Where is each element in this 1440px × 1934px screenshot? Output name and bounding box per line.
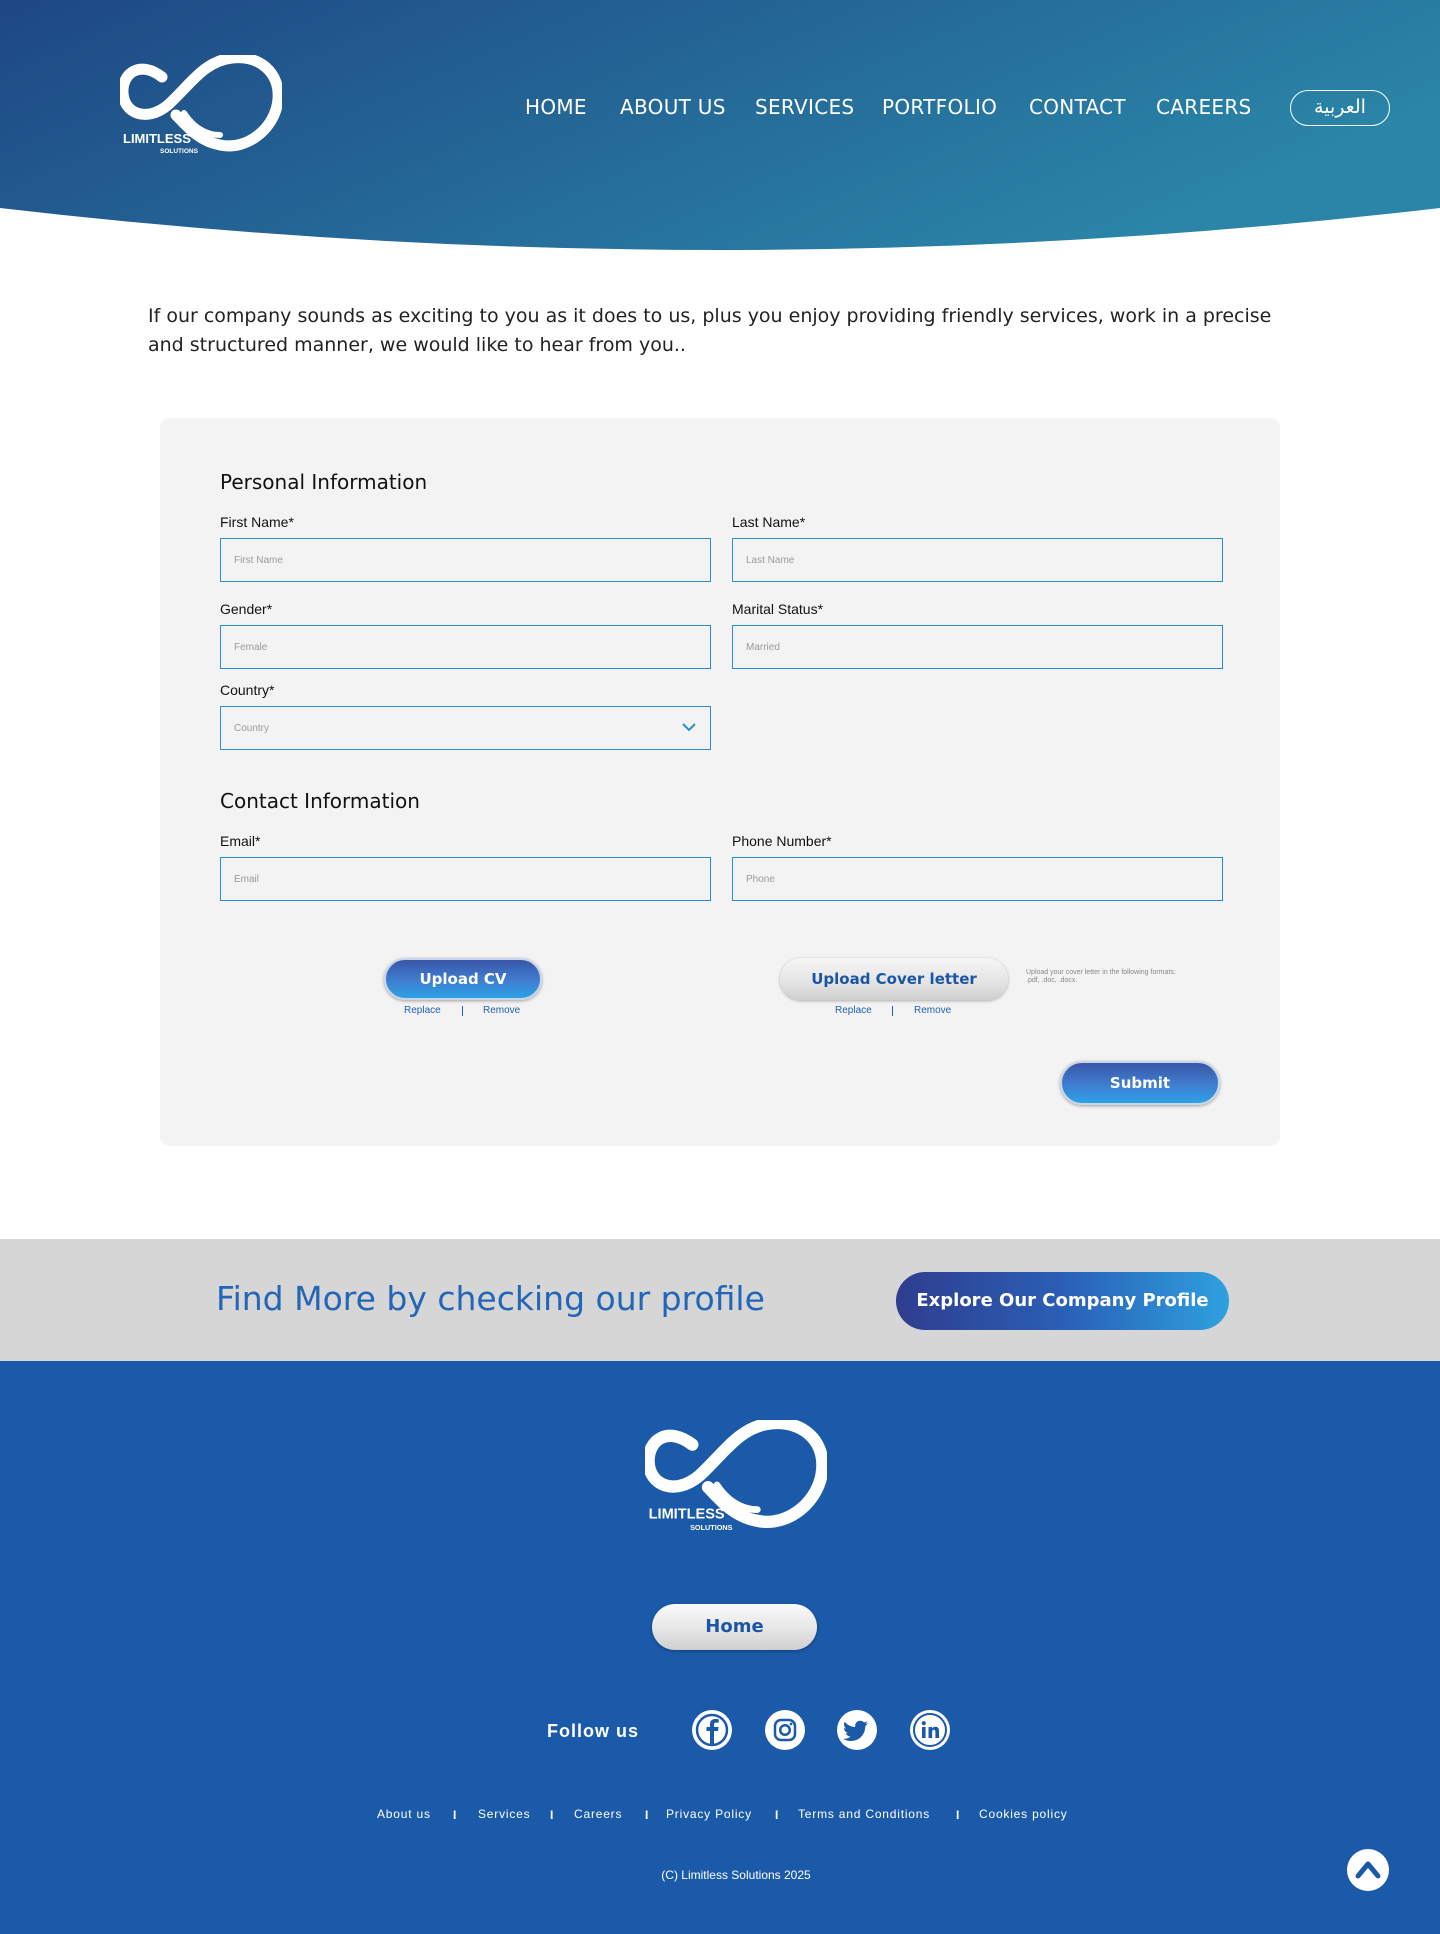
follow-us-label: Follow us xyxy=(547,1721,639,1741)
phone-field xyxy=(732,857,1223,901)
first-name-label: First Name* xyxy=(220,514,294,530)
chevron-down-icon[interactable] xyxy=(680,720,698,734)
country-select[interactable] xyxy=(220,706,711,750)
footer-links: About us I Services I Careers I Privacy … xyxy=(0,1807,1440,1827)
phone-input[interactable] xyxy=(733,858,1222,900)
first-name-input[interactable] xyxy=(221,539,710,581)
footer-link-careers[interactable]: Careers xyxy=(574,1807,622,1821)
logo-word: LIMITLESS xyxy=(649,1507,725,1523)
email-input[interactable] xyxy=(221,858,710,900)
logo-sub: SOLUTIONS xyxy=(690,1523,733,1532)
nav-contact[interactable]: CONTACT xyxy=(1029,95,1126,119)
email-field xyxy=(220,857,711,901)
twitter-icon[interactable] xyxy=(837,1710,877,1750)
footer-link-privacy-policy[interactable]: Privacy Policy xyxy=(666,1807,752,1821)
personal-info-title: Personal Information xyxy=(220,470,428,494)
first-name-field xyxy=(220,538,711,582)
intro-text: If our company sounds as exciting to you… xyxy=(148,305,1272,356)
marital-status-input[interactable] xyxy=(733,626,1222,668)
contact-info-title: Contact Information xyxy=(220,789,420,813)
cover-link-separator xyxy=(892,1006,893,1016)
footer-logo[interactable]: LIMITLESS SOLUTIONS xyxy=(642,1416,829,1532)
cv-replace-link[interactable]: Replace xyxy=(404,1005,441,1016)
cv-remove-link[interactable]: Remove xyxy=(483,1005,520,1016)
phone-label: Phone Number* xyxy=(732,833,832,849)
footer-link-about-us[interactable]: About us xyxy=(377,1807,431,1821)
chevron-up-icon xyxy=(1355,1861,1381,1879)
last-name-field xyxy=(732,538,1223,582)
facebook-icon[interactable] xyxy=(692,1710,732,1750)
main-nav: HOME ABOUT US SERVICES PORTFOLIO CONTACT… xyxy=(0,95,1440,125)
footer-link-cookies-policy[interactable]: Cookies policy xyxy=(979,1807,1068,1821)
upload-cover-letter-button[interactable]: Upload Cover letter xyxy=(780,958,1008,1000)
footer-link-services[interactable]: Services xyxy=(478,1807,530,1821)
infinity-logo-icon: LIMITLESS SOLUTIONS xyxy=(642,1416,829,1532)
marital-status-field xyxy=(732,625,1223,669)
email-label: Email* xyxy=(220,833,261,849)
cv-link-separator xyxy=(462,1006,463,1016)
gender-label: Gender* xyxy=(220,601,273,617)
last-name-label: Last Name* xyxy=(732,514,806,530)
gender-field xyxy=(220,625,711,669)
application-form: Personal Information First Name* Last Na… xyxy=(160,418,1280,1146)
footer-link-separator: I xyxy=(645,1808,649,1822)
marital-status-label: Marital Status* xyxy=(732,601,824,617)
instagram-icon[interactable] xyxy=(765,1710,805,1750)
footer-link-separator: I xyxy=(550,1808,554,1822)
submit-button[interactable]: Submit xyxy=(1060,1061,1220,1105)
footer-link-terms[interactable]: Terms and Conditions xyxy=(798,1807,930,1821)
cover-replace-link[interactable]: Replace xyxy=(835,1005,872,1016)
linkedin-icon[interactable] xyxy=(910,1710,950,1750)
footer-home-button[interactable]: Home xyxy=(652,1604,817,1650)
last-name-input[interactable] xyxy=(733,539,1222,581)
nav-careers[interactable]: CAREERS xyxy=(1156,95,1252,119)
cover-remove-link[interactable]: Remove xyxy=(914,1005,951,1016)
nav-about-us[interactable]: ABOUT US xyxy=(620,95,726,119)
cover-letter-format-note: Upload your cover letter in the followin… xyxy=(1026,969,1176,984)
country-label: Country* xyxy=(220,682,275,698)
country-input[interactable] xyxy=(221,707,710,749)
explore-profile-button[interactable]: Explore Our Company Profile xyxy=(896,1272,1229,1330)
site-header: LIMITLESS SOLUTIONS HOME ABOUT US SERVIC… xyxy=(0,0,1440,252)
nav-services[interactable]: SERVICES xyxy=(755,95,854,119)
footer-link-separator: I xyxy=(453,1808,457,1822)
nav-portfolio[interactable]: PORTFOLIO xyxy=(882,95,997,119)
gender-input[interactable] xyxy=(221,626,710,668)
profile-banner: Find More by checking our profile Explor… xyxy=(0,1239,1440,1361)
banner-text: Find More by checking our profile xyxy=(216,1279,765,1318)
upload-cv-button[interactable]: Upload CV xyxy=(384,958,542,1000)
footer-link-separator: I xyxy=(956,1808,960,1822)
logo-sub: SOLUTIONS xyxy=(160,148,199,155)
scroll-to-top-button[interactable] xyxy=(1347,1849,1389,1891)
copyright-text: (C) Limitless Solutions 2025 xyxy=(661,1868,811,1882)
language-button[interactable]: العربية xyxy=(1290,90,1390,126)
logo-word: LIMITLESS xyxy=(123,131,191,146)
footer-link-separator: I xyxy=(775,1808,779,1822)
page: LIMITLESS SOLUTIONS HOME ABOUT US SERVIC… xyxy=(0,0,1440,1934)
nav-home[interactable]: HOME xyxy=(525,95,587,119)
site-footer: LIMITLESS SOLUTIONS Home Follow us About… xyxy=(0,1361,1440,1934)
